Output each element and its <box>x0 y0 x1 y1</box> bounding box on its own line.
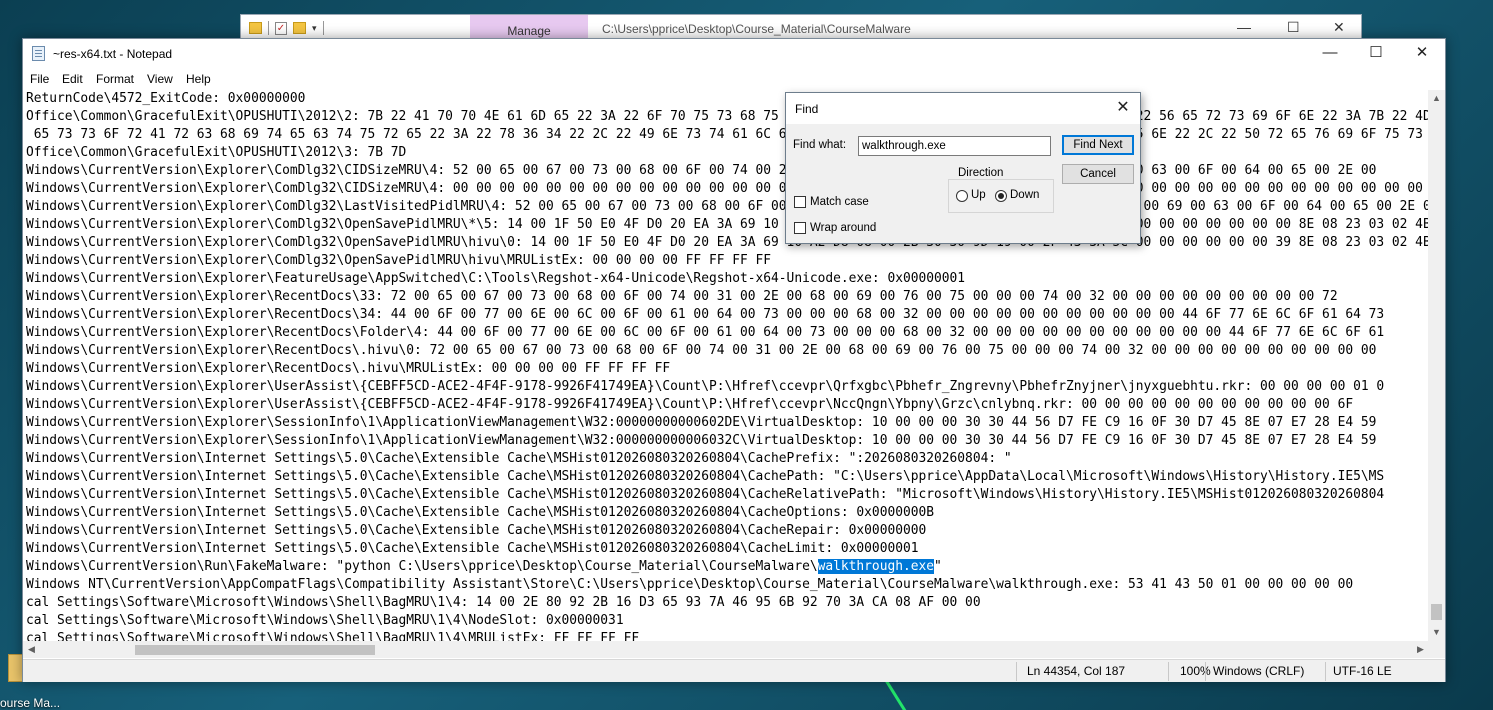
quick-access-toolbar: ✓ ▾ <box>249 21 324 35</box>
text-line: Windows\CurrentVersion\Explorer\ComDlg32… <box>26 217 1429 232</box>
status-divider <box>1325 662 1326 681</box>
text-line: Windows\CurrentVersion\Explorer\FeatureU… <box>26 271 966 286</box>
chevron-down-icon[interactable]: ▾ <box>312 23 317 34</box>
text-line: Windows\CurrentVersion\Explorer\SessionI… <box>26 433 1377 448</box>
status-bar: Ln 44354, Col 187 100% Windows (CRLF) UT… <box>23 659 1445 682</box>
scroll-left-icon[interactable]: ◀ <box>23 641 40 658</box>
text-line: Windows\CurrentVersion\Explorer\RecentDo… <box>26 289 1338 304</box>
notepad-icon[interactable] <box>32 46 45 61</box>
direction-down-label[interactable]: Down <box>1010 189 1039 201</box>
desktop-icon-label[interactable]: ourse Ma... <box>0 696 60 710</box>
text-line: Windows\CurrentVersion\Internet Settings… <box>26 451 1012 466</box>
text-editor[interactable]: ReturnCode\4572_ExitCode: 0x00000000 Off… <box>23 90 1429 641</box>
minimize-button[interactable]: — <box>1237 19 1251 35</box>
close-icon[interactable]: ✕ <box>1112 98 1134 118</box>
status-divider <box>1205 662 1206 681</box>
zoom-level: 100% <box>1180 664 1211 678</box>
run-key-suffix: " <box>934 559 942 574</box>
text-line: Windows\CurrentVersion\Internet Settings… <box>26 541 919 556</box>
minimize-button[interactable]: — <box>1307 39 1353 69</box>
window-title: ~res-x64.txt - Notepad <box>53 47 173 61</box>
menu-bar: File Edit Format View Help <box>23 69 1445 89</box>
new-folder-icon[interactable] <box>293 22 306 34</box>
text-line: cal Settings\Software\Microsoft\Windows\… <box>26 613 624 628</box>
text-line: Windows NT\CurrentVersion\AppCompatFlags… <box>26 577 1354 592</box>
horizontal-scroll-thumb[interactable] <box>135 645 375 655</box>
text-line: Windows\CurrentVersion\Internet Settings… <box>26 469 1385 484</box>
text-line: Windows\CurrentVersion\Explorer\UserAssi… <box>26 397 1354 412</box>
menu-format[interactable]: Format <box>96 72 134 86</box>
text-line: cal Settings\Software\Microsoft\Windows\… <box>26 595 981 610</box>
title-bar[interactable]: ~res-x64.txt - Notepad — ☐ ✕ <box>23 39 1445 69</box>
text-line: Windows\CurrentVersion\Explorer\UserAssi… <box>26 379 1385 394</box>
text-line: Windows\CurrentVersion\Internet Settings… <box>26 487 1385 502</box>
run-key-prefix: Windows\CurrentVersion\Run\FakeMalware: … <box>26 559 818 574</box>
vertical-scrollbar[interactable]: ▲ ▼ <box>1428 90 1445 641</box>
selected-text[interactable]: walkthrough.exe <box>817 559 935 574</box>
match-case-checkbox[interactable] <box>794 196 806 208</box>
text-line: Office\Common\GracefulExit\OPUSHUTI\2012… <box>26 109 1429 124</box>
menu-view[interactable]: View <box>147 72 173 86</box>
direction-up-label[interactable]: Up <box>971 189 986 201</box>
text-line: Windows\CurrentVersion\Explorer\SessionI… <box>26 415 1377 430</box>
scroll-down-icon[interactable]: ▼ <box>1428 624 1445 641</box>
close-button[interactable]: ✕ <box>1333 19 1345 36</box>
direction-label: Direction <box>956 167 1006 179</box>
scroll-up-icon[interactable]: ▲ <box>1428 90 1445 107</box>
menu-file[interactable]: File <box>30 72 49 86</box>
cancel-button[interactable]: Cancel <box>1062 164 1134 184</box>
menu-help[interactable]: Help <box>186 72 211 86</box>
status-divider <box>1016 662 1017 681</box>
direction-down-radio[interactable] <box>995 190 1007 202</box>
folder-icon[interactable] <box>249 22 262 34</box>
text-line: Windows\CurrentVersion\Internet Settings… <box>26 505 935 520</box>
find-dialog: Find ✕ Find what: Find Next Cancel Direc… <box>785 92 1141 244</box>
maximize-button[interactable]: ☐ <box>1287 19 1300 36</box>
wrap-around-label[interactable]: Wrap around <box>810 222 876 234</box>
status-divider <box>1168 662 1169 681</box>
direction-up-radio[interactable] <box>956 190 968 202</box>
text-line: Office\Common\GracefulExit\OPUSHUTI\2012… <box>26 145 407 160</box>
text-line: Windows\CurrentVersion\Explorer\RecentDo… <box>26 361 671 376</box>
toolbar-divider <box>268 21 269 35</box>
text-line: Windows\CurrentVersion\Explorer\ComDlg32… <box>26 163 1377 178</box>
text-line: Windows\CurrentVersion\Explorer\ComDlg32… <box>26 199 1429 214</box>
find-title-bar[interactable]: Find ✕ <box>786 93 1140 124</box>
wrap-around-checkbox[interactable] <box>794 222 806 234</box>
find-what-input[interactable] <box>858 136 1051 156</box>
text-line: Windows\CurrentVersion\Explorer\ComDlg32… <box>26 253 772 268</box>
line-ending: Windows (CRLF) <box>1213 664 1305 678</box>
notepad-window: ~res-x64.txt - Notepad — ☐ ✕ File Edit F… <box>22 38 1446 682</box>
vertical-scroll-thumb[interactable] <box>1431 604 1442 620</box>
cursor-position: Ln 44354, Col 187 <box>1027 664 1126 678</box>
run-key-line: Windows\CurrentVersion\Run\FakeMalware: … <box>26 558 942 576</box>
scroll-right-icon[interactable]: ▶ <box>1412 641 1429 658</box>
scrollbar-corner <box>1428 641 1445 658</box>
toolbar-divider <box>322 21 324 35</box>
match-case-label[interactable]: Match case <box>810 196 869 208</box>
horizontal-scrollbar[interactable]: ◀ ▶ <box>23 641 1429 658</box>
text-line: cal Settings\Software\Microsoft\Windows\… <box>26 631 640 641</box>
encoding: UTF-16 LE <box>1333 664 1392 678</box>
maximize-button[interactable]: ☐ <box>1353 39 1399 69</box>
text-line: Windows\CurrentVersion\Explorer\RecentDo… <box>26 325 1385 340</box>
find-next-button[interactable]: Find Next <box>1062 135 1134 155</box>
text-line: Windows\CurrentVersion\Explorer\ComDlg32… <box>26 235 1429 250</box>
explorer-path: C:\Users\pprice\Desktop\Course_Material\… <box>602 22 911 36</box>
text-line: Windows\CurrentVersion\Explorer\RecentDo… <box>26 343 1377 358</box>
text-line: ReturnCode\4572_ExitCode: 0x00000000 <box>26 91 306 106</box>
find-title: Find <box>795 102 819 116</box>
text-line: 65 73 73 6F 72 41 72 63 68 69 74 65 63 7… <box>26 127 1429 142</box>
text-line: Windows\CurrentVersion\Explorer\RecentDo… <box>26 307 1385 322</box>
text-line: Windows\CurrentVersion\Internet Settings… <box>26 523 927 538</box>
find-what-label: Find what: <box>793 139 847 151</box>
close-button[interactable]: ✕ <box>1399 39 1445 69</box>
text-line: Windows\CurrentVersion\Explorer\ComDlg32… <box>26 181 1429 196</box>
menu-edit[interactable]: Edit <box>62 72 83 86</box>
properties-icon[interactable]: ✓ <box>275 21 287 35</box>
